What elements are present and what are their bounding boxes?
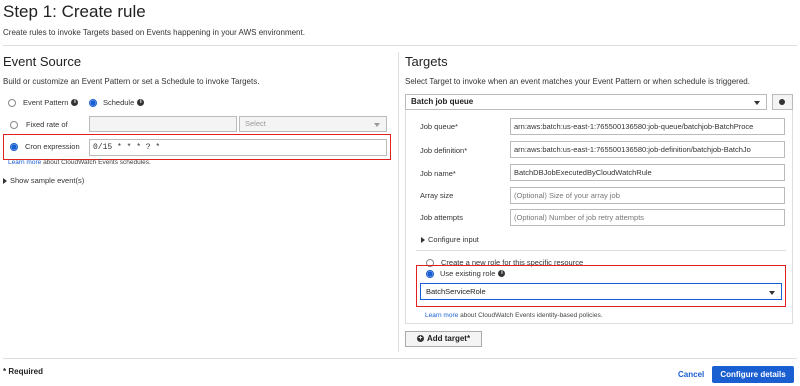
event-pattern-label: Event Pattern <box>23 98 69 107</box>
target-type-value: Batch job queue <box>411 97 474 106</box>
column-divider <box>398 52 399 352</box>
show-sample-label: Show sample event(s) <box>10 176 85 185</box>
fixed-rate-unit-placeholder: Select <box>245 119 266 128</box>
event-source-title: Event Source <box>3 54 82 69</box>
role-learn-more-link[interactable]: Learn more <box>425 312 458 319</box>
caret-right-icon <box>421 237 425 244</box>
header-divider <box>3 45 797 46</box>
fixed-rate-input[interactable] <box>89 116 237 132</box>
targets-description: Select Target to invoke when an event ma… <box>405 77 750 86</box>
schedule-label: Schedule <box>103 98 135 107</box>
page-title: Step 1: Create rule <box>3 2 146 21</box>
remove-target-icon <box>779 99 785 105</box>
target-type-select[interactable]: Batch job queue <box>405 94 767 110</box>
chevron-down-icon <box>374 123 380 127</box>
fixed-rate-unit-select[interactable]: Select <box>239 116 387 132</box>
cron-expression-input[interactable]: 0/15 * * * ? * <box>89 139 387 156</box>
job-name-label: Job name* <box>420 169 456 178</box>
job-definition-label: Job definition* <box>420 146 468 155</box>
role-learn-more-text: about CloudWatch Events identity-based p… <box>460 312 603 319</box>
job-attempts-label: Job attempts <box>420 213 463 222</box>
cron-label: Cron expression <box>25 142 80 151</box>
schedule-radio[interactable] <box>89 98 97 107</box>
job-name-input[interactable]: BatchDBJobExecutedByCloudWatchRule <box>510 164 785 181</box>
schedule-learn-more-text: about CloudWatch Events schedules. <box>43 159 151 166</box>
targets-title: Targets <box>405 54 448 69</box>
existing-role-select[interactable]: BatchServiceRole <box>420 283 782 300</box>
use-existing-role-option[interactable]: Use existing role i <box>426 269 506 278</box>
cancel-link[interactable]: Cancel <box>678 370 704 379</box>
job-attempts-input[interactable]: (Optional) Number of job retry attempts <box>510 209 785 226</box>
job-definition-input[interactable]: arn:aws:batch:us-east-1:765500136580:job… <box>510 141 785 158</box>
job-queue-label: Job queue* <box>420 122 458 131</box>
chevron-down-icon <box>769 290 775 295</box>
existing-role-value: BatchServiceRole <box>426 287 486 296</box>
configure-input-toggle[interactable]: Configure input <box>421 235 479 244</box>
footer-divider <box>3 358 797 359</box>
schedule-learn-more-link[interactable]: Learn more <box>8 159 41 166</box>
configure-details-button[interactable]: Configure details <box>712 366 794 383</box>
cron-radio[interactable] <box>10 142 18 151</box>
add-icon: + <box>416 335 424 343</box>
add-target-button[interactable]: + Add target* <box>405 331 482 347</box>
cron-option[interactable]: Cron expression <box>10 142 80 151</box>
array-size-input[interactable]: (Optional) Size of your array job <box>510 187 785 204</box>
add-target-label: Add target* <box>426 334 471 343</box>
event-pattern-radio[interactable] <box>8 98 16 107</box>
info-icon[interactable]: i <box>71 99 79 106</box>
show-sample-events-toggle[interactable]: Show sample event(s) <box>3 176 84 185</box>
remove-target-button[interactable] <box>772 94 793 110</box>
fixed-rate-option[interactable]: Fixed rate of <box>10 120 68 129</box>
event-source-description: Build or customize an Event Pattern or s… <box>3 77 260 86</box>
role-learn-more: Learn more about CloudWatch Events ident… <box>425 312 603 319</box>
caret-right-icon <box>3 178 7 185</box>
info-icon[interactable]: i <box>498 270 506 277</box>
job-queue-input[interactable]: arn:aws:batch:us-east-1:765500136580:job… <box>510 118 785 135</box>
fixed-rate-radio[interactable] <box>10 120 18 129</box>
fixed-rate-label: Fixed rate of <box>26 120 68 129</box>
event-pattern-option[interactable]: Event Pattern i <box>8 98 79 107</box>
use-existing-role-radio[interactable] <box>426 269 434 278</box>
schedule-learn-more: Learn more about CloudWatch Events sched… <box>8 159 151 166</box>
schedule-option[interactable]: Schedule i <box>89 98 145 107</box>
configure-input-label: Configure input <box>428 235 479 244</box>
info-icon[interactable]: i <box>137 99 145 106</box>
page-subtitle: Create rules to invoke Targets based on … <box>3 28 305 37</box>
role-divider <box>416 250 786 251</box>
use-existing-role-label: Use existing role <box>440 269 496 278</box>
array-size-label: Array size <box>420 191 454 200</box>
required-note: * Required <box>3 367 44 376</box>
chevron-down-icon <box>754 101 760 105</box>
